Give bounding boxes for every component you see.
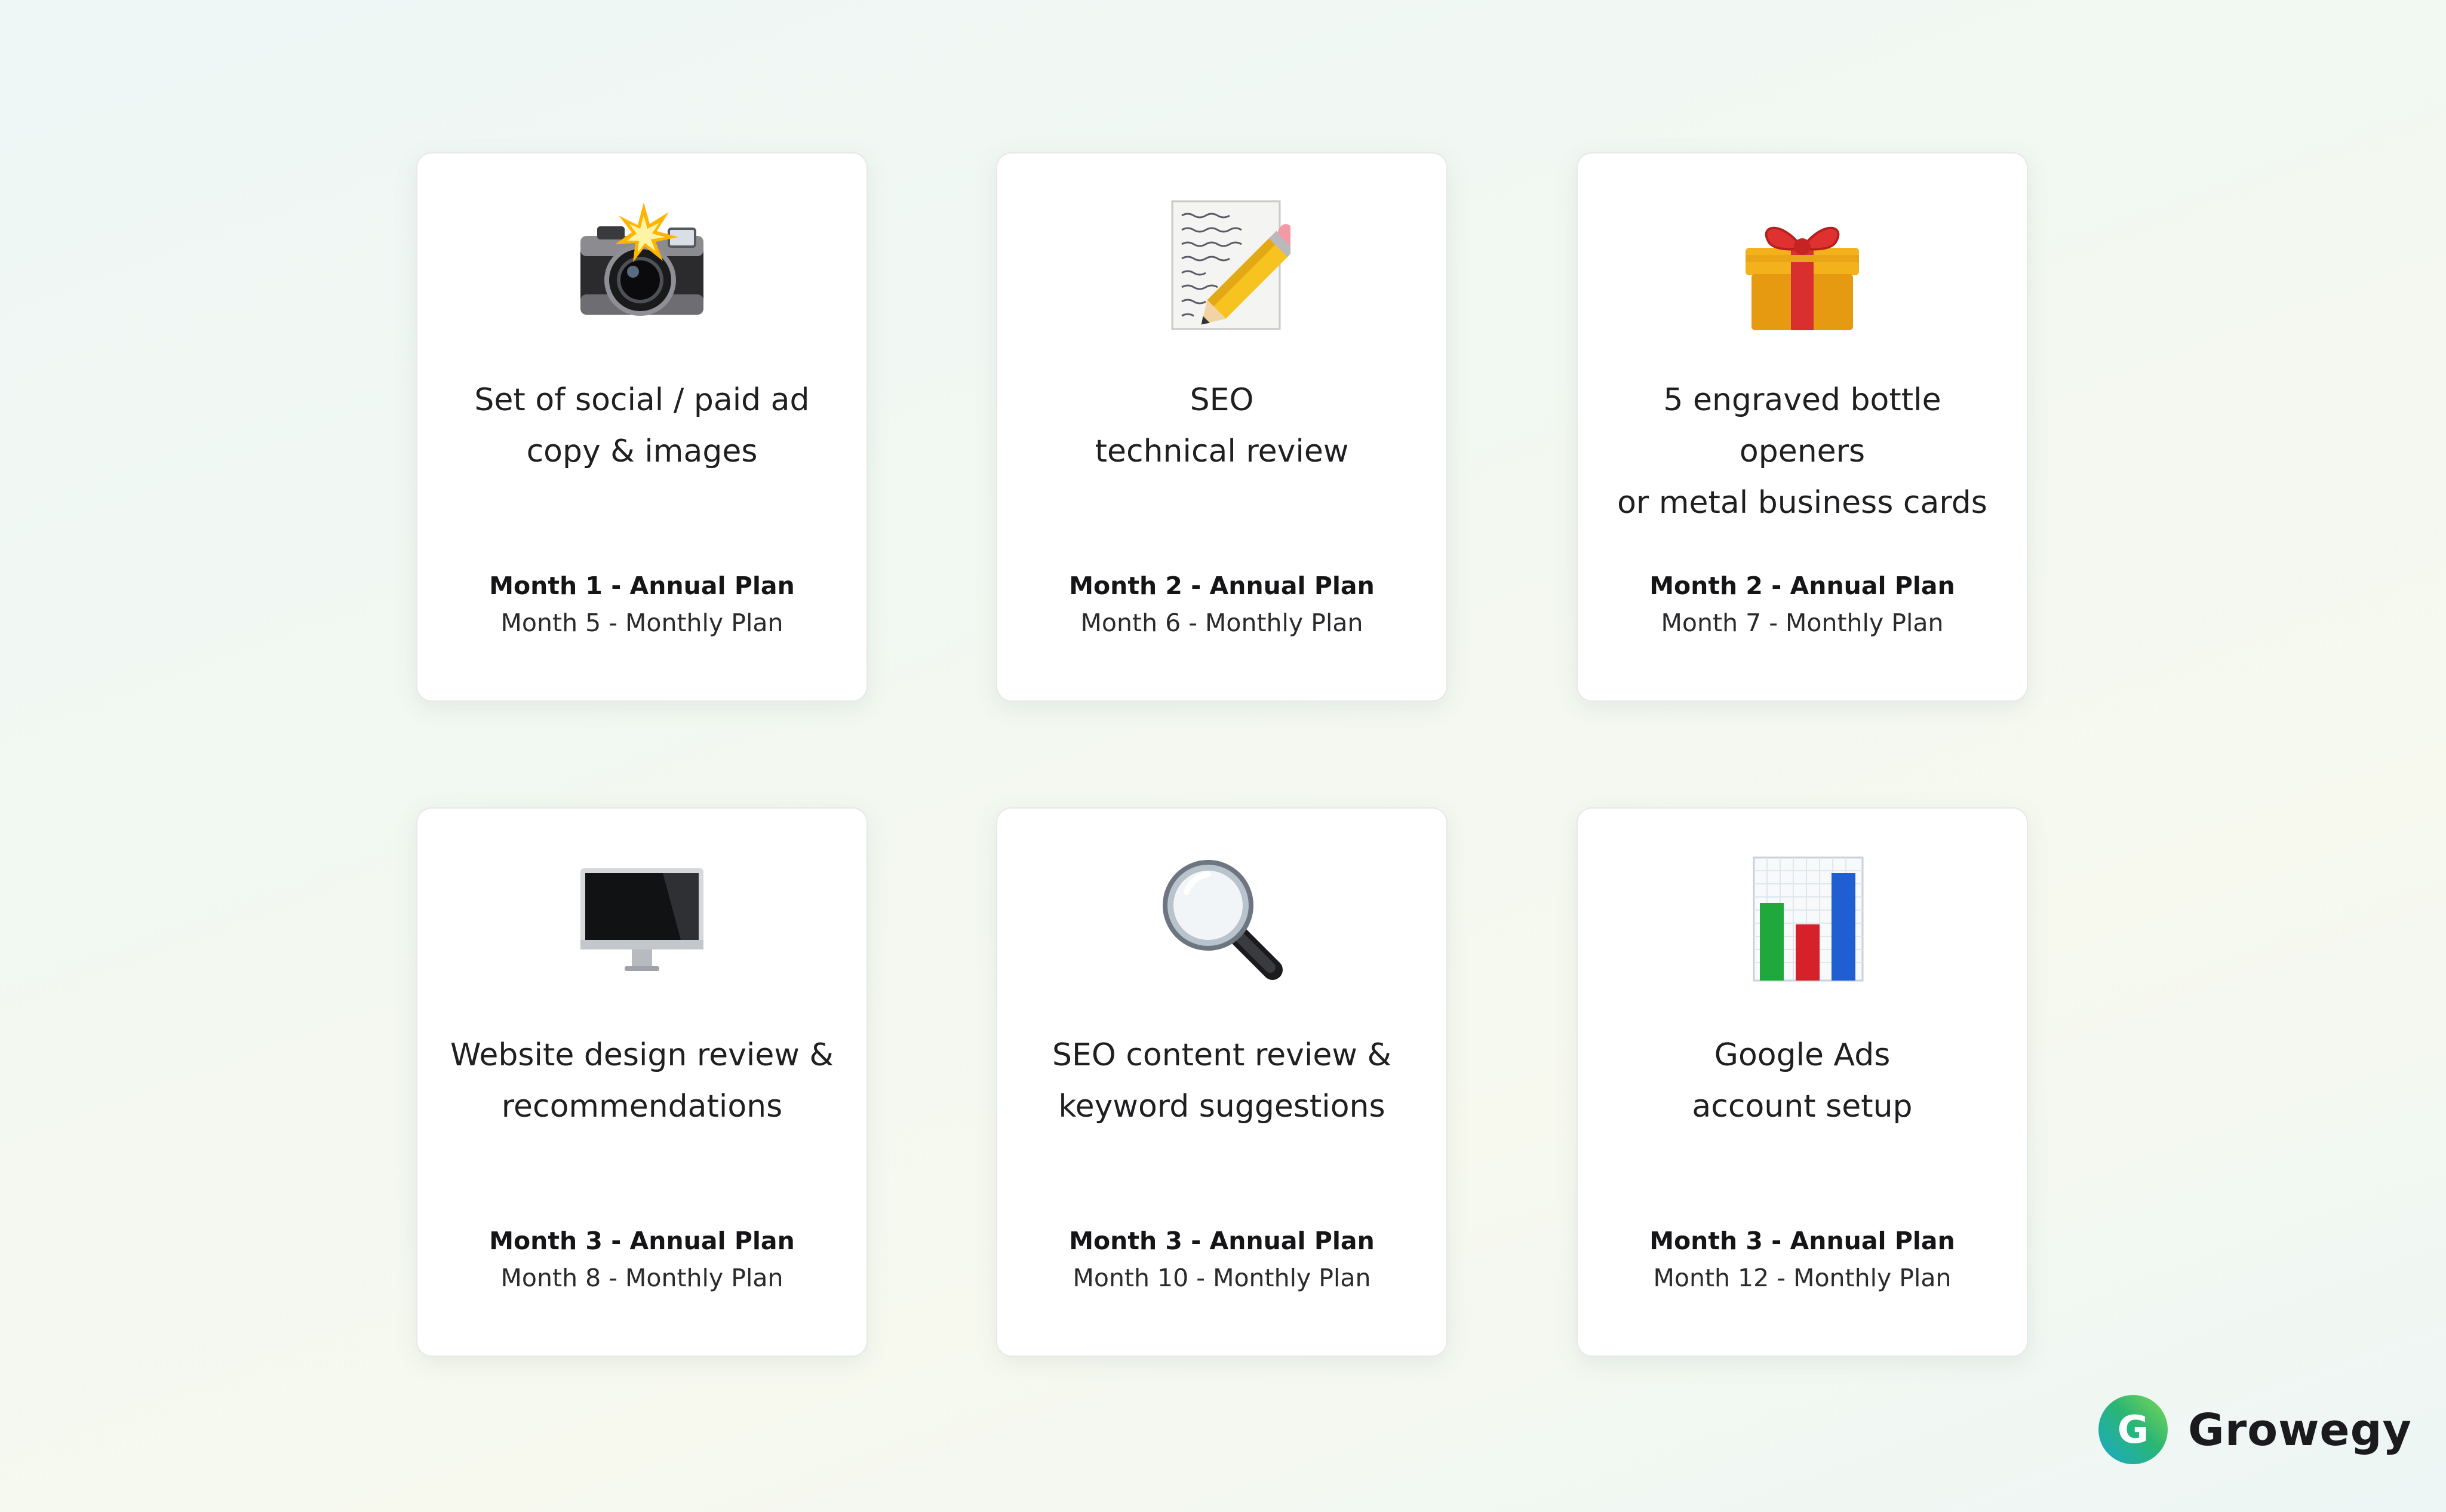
- wrapped-gift-icon: [1734, 195, 1871, 333]
- annual-plan-label: Month 1 - Annual Plan: [489, 571, 795, 600]
- card-title-line: technical review: [1095, 434, 1349, 469]
- monthly-plan-label: Month 6 - Monthly Plan: [1080, 609, 1363, 637]
- annual-plan-label: Month 3 - Annual Plan: [1069, 1227, 1375, 1255]
- camera-with-flash-icon: [573, 195, 711, 333]
- card-title: SEO technical review: [1021, 374, 1422, 477]
- card-title-line: Website design review &: [450, 1037, 834, 1073]
- card-title-line: SEO content review &: [1052, 1037, 1391, 1073]
- bar-chart-icon: [1734, 850, 1871, 988]
- card-title-line: keyword suggestions: [1058, 1089, 1385, 1124]
- card-title: 5 engraved bottle openers or metal busin…: [1602, 374, 2003, 528]
- card-seo-content-review: SEO content review & keyword suggestions…: [996, 807, 1448, 1357]
- card-google-ads-setup: Google Ads account setup Month 3 - Annua…: [1577, 807, 2028, 1357]
- monthly-plan-label: Month 10 - Monthly Plan: [1073, 1264, 1371, 1292]
- desktop-computer-icon: [573, 850, 711, 988]
- growegy-brand: G Growegy: [2097, 1391, 2411, 1469]
- growegy-logo-icon: G: [2097, 1394, 2169, 1465]
- card-title: Website design review & recommendations: [441, 1029, 843, 1132]
- card-title-line: recommendations: [501, 1089, 783, 1124]
- monthly-plan-label: Month 7 - Monthly Plan: [1661, 609, 1944, 637]
- annual-plan-label: Month 3 - Annual Plan: [489, 1227, 795, 1255]
- brand-name: Growegy: [2188, 1405, 2412, 1456]
- annual-plan-label: Month 3 - Annual Plan: [1649, 1227, 1955, 1255]
- card-title-line: account setup: [1692, 1089, 1913, 1124]
- page: { "cards": [ { "icon": "camera-with-flas…: [0, 0, 2446, 1512]
- card-title: Set of social / paid ad copy & images: [441, 374, 843, 477]
- card-title-line: SEO: [1190, 382, 1254, 418]
- card-title: SEO content review & keyword suggestions: [1021, 1029, 1422, 1132]
- monthly-plan-label: Month 5 - Monthly Plan: [500, 609, 783, 637]
- card-title-line: copy & images: [526, 434, 758, 469]
- card-seo-technical-review: SEO technical review Month 2 - Annual Pl…: [996, 152, 1448, 702]
- magnifying-glass-icon: [1153, 850, 1290, 988]
- card-title: Google Ads account setup: [1602, 1029, 2003, 1132]
- logo-letter: G: [2118, 1408, 2149, 1452]
- card-website-design-review: Website design review & recommendations …: [416, 807, 868, 1357]
- card-bottle-openers: 5 engraved bottle openers or metal busin…: [1577, 152, 2028, 702]
- monthly-plan-label: Month 12 - Monthly Plan: [1653, 1264, 1952, 1292]
- card-title-line: Google Ads: [1714, 1037, 1891, 1073]
- card-title-line: or metal business cards: [1617, 485, 1987, 521]
- annual-plan-label: Month 2 - Annual Plan: [1649, 571, 1955, 600]
- card-social-ad-copy: Set of social / paid ad copy & images Mo…: [416, 152, 868, 702]
- annual-plan-label: Month 2 - Annual Plan: [1069, 571, 1375, 600]
- monthly-plan-label: Month 8 - Monthly Plan: [500, 1264, 783, 1292]
- memo-icon: [1153, 195, 1290, 333]
- card-title-line: 5 engraved bottle openers: [1663, 382, 1941, 469]
- card-title-line: Set of social / paid ad: [474, 382, 810, 418]
